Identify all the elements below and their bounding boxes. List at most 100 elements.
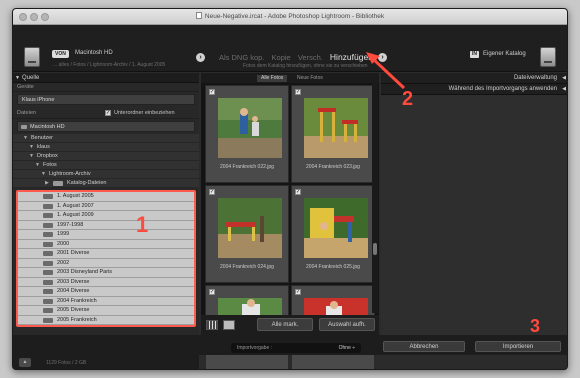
folder-row[interactable]: 2004 Frankreich [18,296,194,306]
folder-row[interactable]: 1. August 2007 [18,201,194,211]
folder-row[interactable]: 2002 [18,258,194,268]
folder-icon [43,317,53,323]
folder-icon [43,232,53,237]
folder-row[interactable]: 2004 Diverse [18,287,194,297]
thumbnail-cell[interactable]: ✓ 2004 Frankreich 022.jpg [205,85,289,183]
window-title: Neue-Negative.ircat - Adobe Photoshop Li… [13,12,567,20]
annotation-number-one: 1 [136,212,149,237]
files-section-row: Dateien ✓ Unterordner einbeziehen [13,107,199,119]
folder-row[interactable]: 2003 Diverse [18,277,194,287]
annotation-number-three: 3 [530,316,541,336]
title-bar: Neue-Negative.ircat - Adobe Photoshop Li… [13,9,567,25]
thumbnail-checkbox[interactable]: ✓ [209,89,215,95]
thumbnail-scrollbar[interactable] [372,83,378,313]
thumbnail-caption: 2004 Frankreich 022.jpg [220,164,274,170]
photo-count-info: 1129 Fotos / 2 GB [46,360,87,366]
source-drive-icon [24,47,40,67]
folder-icon [43,270,53,275]
files-section-label: Dateien [17,110,36,116]
folder-icon [43,213,53,218]
folder-row[interactable]: 2000 [18,239,194,249]
folder-row[interactable]: 1999 [18,230,194,240]
arrow-right-icon: › [196,53,205,62]
thumbnail-checkbox[interactable]: ✓ [295,89,301,95]
folder-row[interactable]: 2005 Diverse [18,306,194,316]
tab-new-photos[interactable]: Neue Fotos [293,75,327,82]
triangle-left-icon: ◀ [562,86,566,92]
source-path: ... altes / Fotos / Lightroom-Archiv / 1… [53,62,166,68]
folder-icon [43,251,53,256]
import-top-bar: VON Macintosh HD ... altes / Fotos / Lig… [13,25,567,72]
triangle-down-icon: ▼ [35,162,40,168]
photo-image [218,198,282,258]
import-preset-selector[interactable]: Importvorgabe : Ohne ÷ [231,343,361,353]
thumbnail-checkbox[interactable]: ✓ [209,289,215,295]
document-icon [195,12,202,19]
thumbnail-area: Alle Fotos Neue Fotos ✓ 2004 Frankreich … [201,73,379,369]
thumbnail-cell[interactable]: ✓ 2004 Frankreich 025.jpg [291,185,375,283]
bottom-bar: Importvorgabe : Ohne ÷ Abbrechen Importie… [13,335,567,355]
photo-thumbnail [304,98,368,158]
preset-value: Ohne ÷ [338,345,355,351]
mode-move[interactable]: Versch. [298,53,323,62]
source-name[interactable]: Macintosh HD [75,50,113,56]
folder-icon [43,203,53,209]
tab-all-photos[interactable]: Alle Fotos [257,75,288,82]
mode-subtitle: Fotos dem Katalog hinzufügen, ohne sie z… [243,63,368,69]
folder-icon [43,222,53,228]
tree-item-benutzer[interactable]: ▼ Benutzer [13,134,199,143]
folder-row[interactable]: 2001 Diverse [18,249,194,259]
check-all-button[interactable]: Alle mark. [257,318,313,331]
device-item[interactable]: Klaus iPhone [17,94,195,105]
include-subfolders-label: Unterordner einbeziehen [114,110,175,116]
import-button[interactable]: Importieren [475,341,561,352]
destination-name[interactable]: Eigener Katalog [483,51,526,57]
include-subfolders-checkbox[interactable]: ✓ [105,110,111,116]
triangle-down-icon: ▼ [29,144,34,150]
disk-item[interactable]: Macintosh HD [17,121,195,132]
import-mode-selector: Als DNG kop. Kopie Versch. Hinzufügen [219,52,378,62]
grid-view-icon[interactable] [206,320,218,330]
folder-row[interactable]: 1997-1998 [18,220,194,230]
catalog-drive-icon [540,47,556,67]
scrollbar-thumb[interactable] [373,243,377,255]
thumbnail-cell[interactable]: ✓ 2004 Frankreich 023.jpg [291,85,375,183]
folder-icon [43,298,53,304]
photo-image [218,98,282,158]
disk-icon [21,125,27,129]
uncheck-all-button[interactable]: Auswahl aufh. [319,318,375,331]
tree-item-klaus[interactable]: ▼ klaus [13,143,199,152]
folder-icon [43,194,53,199]
folder-icon [43,241,53,247]
tree-item-dropbox[interactable]: ▼ Dropbox [13,152,199,161]
annotation-arrow-icon [366,52,406,90]
thumbnail-checkbox[interactable]: ✓ [209,189,215,195]
mode-dng-copy[interactable]: Als DNG kop. [219,53,264,62]
loupe-view-icon[interactable] [223,320,235,330]
photo-image [304,198,368,258]
tree-item-lightroom-archiv[interactable]: ▼ Lightroom-Archiv [13,170,199,179]
source-badge: VON [52,50,69,58]
source-panel-header[interactable]: ▼ Quelle [13,73,199,83]
folder-row[interactable]: 2005 Frankreich [18,315,194,325]
source-panel: ▼ Quelle Geräte Klaus iPhone Dateien ✓ Un… [13,73,199,355]
cancel-button[interactable]: Abbrechen [383,341,465,352]
folder-row[interactable]: 1. August 2009 [18,211,194,221]
thumbnail-cell[interactable]: ✓ 2004 Frankreich 024.jpg [205,185,289,283]
mode-copy[interactable]: Kopie [272,53,291,62]
thumbnail-checkbox[interactable]: ✓ [295,189,301,195]
thumbnail-checkbox[interactable]: ✓ [295,289,301,295]
folder-row[interactable]: 2003 Disneyland Paris [18,268,194,278]
thumbnail-caption: 2004 Frankreich 024.jpg [220,264,274,270]
collapse-up-icon[interactable]: ▲ [19,358,31,367]
tree-item-katalog-dateien[interactable]: ▶ Katalog-Dateien [13,179,199,188]
grid-toolbar: Alle mark. Auswahl aufh. [201,315,379,335]
photo-image [304,98,368,158]
folder-icon [43,279,53,285]
triangle-left-icon: ◀ [562,75,566,81]
folder-icon [43,260,53,266]
triangle-right-icon: ▶ [45,180,49,186]
tree-item-fotos[interactable]: ▼ Fotos [13,161,199,170]
folder-row[interactable]: 1. August 2005 [18,192,194,202]
photo-thumbnail [218,198,282,258]
